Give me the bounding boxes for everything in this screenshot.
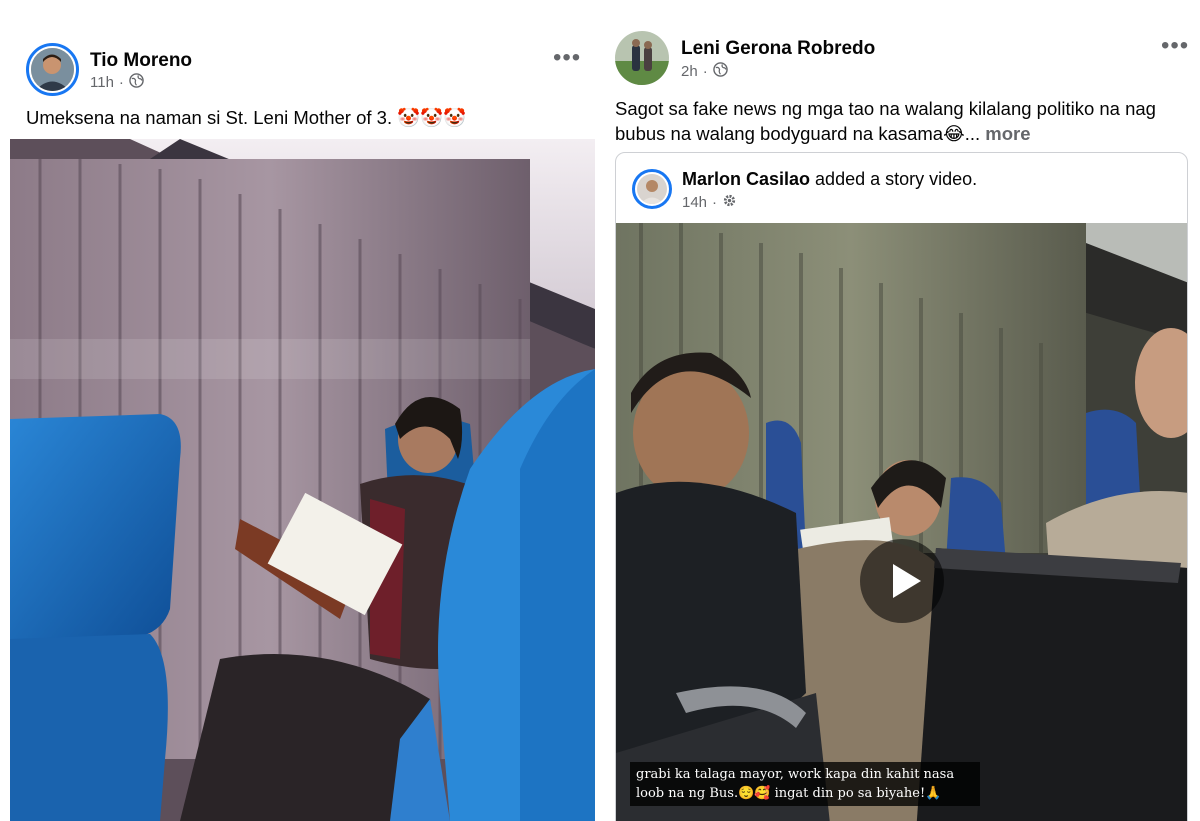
play-button[interactable] [860,539,944,623]
shared-meta: 14h · [682,193,737,212]
post-menu-button[interactable]: ••• [1161,34,1189,58]
see-more-link[interactable]: more [985,123,1030,144]
post-caption: Umeksena na naman si St. Leni Mother of … [26,107,467,128]
post-time[interactable]: 11h [90,74,114,91]
avatar[interactable] [632,169,672,209]
post-caption: Sagot sa fake news ng mga tao na walang … [615,96,1185,146]
post-author[interactable]: Leni Gerona Robredo [681,38,875,60]
post-time[interactable]: 2h [681,63,698,80]
meta-separator: · [712,194,718,211]
globe-icon [129,73,144,92]
meta-separator: · [702,63,708,80]
caption-text: Sagot sa fake news ng mga tao na walang … [615,98,1156,144]
story-video[interactable] [616,223,1187,821]
meta-separator: · [118,74,124,91]
post-tio-moreno: Tio Moreno 11h · ••• Umeksena na naman s… [0,0,600,821]
play-icon [893,564,921,598]
avatar[interactable] [26,43,79,96]
globe-icon [712,62,728,81]
avatar[interactable] [615,31,669,85]
video-subtitle: grabi ka talaga mayor, work kapa din kah… [630,762,980,806]
shared-header: Marlon Casilao added a story video. [682,169,977,190]
shared-action: added a story video. [815,169,978,189]
gear-icon [722,193,737,212]
shared-story-card[interactable]: Marlon Casilao added a story video. 14h … [615,152,1188,821]
shared-time[interactable]: 14h [682,194,707,211]
shared-author[interactable]: Marlon Casilao [682,169,810,189]
post-meta: 2h · [681,62,728,81]
post-photo[interactable] [10,139,595,821]
post-meta: 11h · [90,73,144,92]
post-menu-button[interactable]: ••• [553,46,581,70]
post-author[interactable]: Tio Moreno [90,50,192,72]
